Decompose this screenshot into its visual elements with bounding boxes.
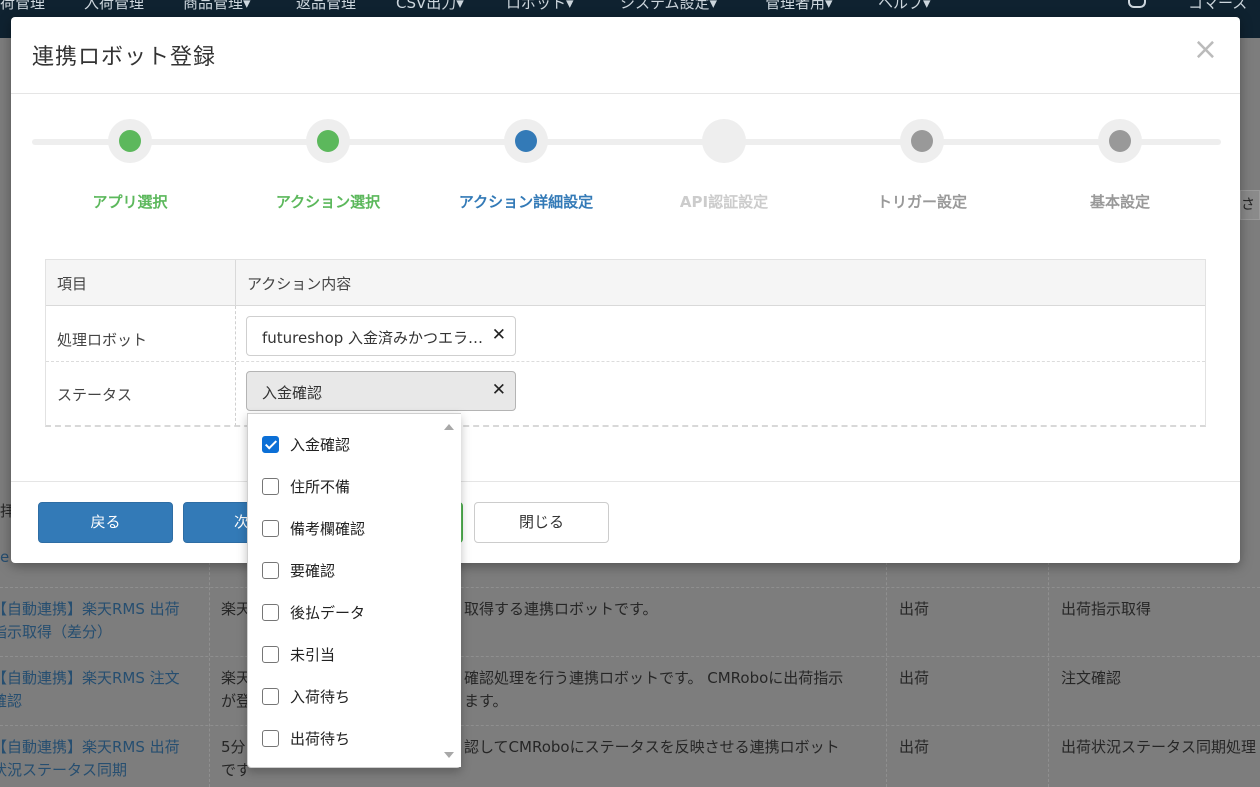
step-label: アプリ選択 <box>92 193 168 211</box>
nav-item-help[interactable]: ヘルプ▾ <box>878 0 931 13</box>
status-option[interactable]: 後払データ <box>248 591 438 633</box>
option-label: 要確認 <box>290 562 336 580</box>
back-button[interactable]: 戻る <box>38 502 173 543</box>
stepper-track <box>32 139 1221 145</box>
table-header: 項目 アクション内容 <box>46 260 1205 306</box>
option-label: 出荷待ち <box>290 730 351 748</box>
scroll-up-icon[interactable] <box>444 424 454 430</box>
robot-name-link[interactable]: 【自動連携】楽天RMS 注文 <box>0 667 180 690</box>
column-header-action: アクション内容 <box>247 275 352 293</box>
status-option[interactable]: 住所不備 <box>248 465 438 507</box>
robot-name-link[interactable]: 確認 <box>0 690 22 713</box>
step-dot-pending <box>911 130 933 152</box>
option-checkbox[interactable] <box>262 646 279 663</box>
modal-header: 連携ロボット登録 × <box>11 17 1240 94</box>
nav-item-shipping[interactable]: 荷管理 <box>0 0 45 13</box>
robot-select[interactable]: futureshop 入金済みかつエラー受注 ✕ <box>246 316 516 356</box>
step-dot-done <box>119 130 141 152</box>
bell-icon[interactable] <box>1128 0 1146 8</box>
status-option[interactable]: 入金確認 <box>248 423 438 465</box>
step-label: アクション詳細設定 <box>458 193 594 211</box>
nav-item-system-settings[interactable]: システム設定▾ <box>620 0 717 13</box>
option-checkbox[interactable] <box>262 478 279 495</box>
option-label: 備考欄確認 <box>290 520 366 538</box>
step-label: 基本設定 <box>1089 193 1150 211</box>
robot-name-link[interactable]: 状況ステータス同期 <box>0 759 127 782</box>
status-option[interactable]: 要確認 <box>248 549 438 591</box>
option-checkbox[interactable] <box>262 562 279 579</box>
option-label: 入金確認 <box>290 436 351 454</box>
close-icon[interactable]: × <box>1193 35 1218 65</box>
modal-footer <box>11 481 1240 482</box>
robot-name-link[interactable]: 指示取得（差分） <box>0 621 112 644</box>
nav-item-admin[interactable]: 管理者用▾ <box>765 0 833 13</box>
nav-item-receiving[interactable]: 入荷管理 <box>84 0 144 13</box>
option-label: 後払データ <box>290 604 366 622</box>
nav-user-name[interactable]: コマース <box>1188 0 1247 13</box>
robot-name-link[interactable]: 【自動連携】楽天RMS 出荷 <box>0 736 180 759</box>
robot-registration-modal: 連携ロボット登録 × アプリ選択 アクション選択 アクション詳細設定 API認証… <box>11 17 1240 563</box>
step-api-auth <box>702 119 746 163</box>
nav-item-robot[interactable]: ロボット▾ <box>506 0 574 13</box>
status-option[interactable]: 備考欄確認 <box>248 507 438 549</box>
row-label-robot: 処理ロボット <box>57 331 148 349</box>
robot-select-value: futureshop 入金済みかつエラー受注 <box>262 329 490 347</box>
option-checkbox[interactable] <box>262 436 279 453</box>
nav-item-products[interactable]: 商品管理▾ <box>183 0 251 13</box>
step-action-select <box>306 119 350 163</box>
clear-icon[interactable]: ✕ <box>492 380 506 400</box>
status-select[interactable]: 入金確認 ✕ <box>246 371 516 411</box>
option-checkbox[interactable] <box>262 730 279 747</box>
option-label: 住所不備 <box>290 478 351 496</box>
nav-item-csv-export[interactable]: CSV出力▾ <box>396 0 464 13</box>
background-text-fragment: e <box>0 548 10 566</box>
step-action-detail <box>504 119 548 163</box>
step-app-select <box>108 119 152 163</box>
option-label: 未引当 <box>290 646 336 664</box>
option-checkbox[interactable] <box>262 520 279 537</box>
step-label: トリガー設定 <box>876 193 967 211</box>
step-dot-done <box>317 130 339 152</box>
status-select-value: 入金確認 <box>262 384 323 402</box>
scroll-down-icon[interactable] <box>444 752 454 758</box>
step-dot-pending <box>1109 130 1131 152</box>
step-trigger <box>900 119 944 163</box>
step-dot-current <box>515 130 537 152</box>
option-label: 入荷待ち <box>290 688 351 706</box>
clear-icon[interactable]: ✕ <box>492 325 506 345</box>
background-input-fragment: さい <box>1240 190 1260 220</box>
status-option[interactable]: 入荷待ち <box>248 675 438 717</box>
step-dot-disabled <box>713 130 735 152</box>
action-detail-table: 項目 アクション内容 処理ロボット futureshop 入金済みかつエラー受注… <box>45 259 1206 427</box>
option-checkbox[interactable] <box>262 688 279 705</box>
column-header-item: 項目 <box>57 275 88 293</box>
row-label-status: ステータス <box>57 386 133 404</box>
status-dropdown-list: 入金確認 住所不備 備考欄確認 要確認 後払データ 未引当 入荷待ち 出荷待ち <box>247 413 461 768</box>
close-button[interactable]: 閉じる <box>474 502 609 543</box>
dropdown-scrollbar[interactable] <box>436 414 461 767</box>
step-label: アクション選択 <box>275 193 381 211</box>
option-checkbox[interactable] <box>262 604 279 621</box>
status-option[interactable]: 未引当 <box>248 633 438 675</box>
modal-title: 連携ロボット登録 <box>32 45 217 70</box>
robot-name-link[interactable]: 【自動連携】楽天RMS 出荷 <box>0 598 180 621</box>
step-label: API認証設定 <box>679 193 769 211</box>
step-basic <box>1098 119 1142 163</box>
status-option[interactable]: 出荷待ち <box>248 717 438 759</box>
nav-item-returns[interactable]: 返品管理 <box>296 0 356 13</box>
